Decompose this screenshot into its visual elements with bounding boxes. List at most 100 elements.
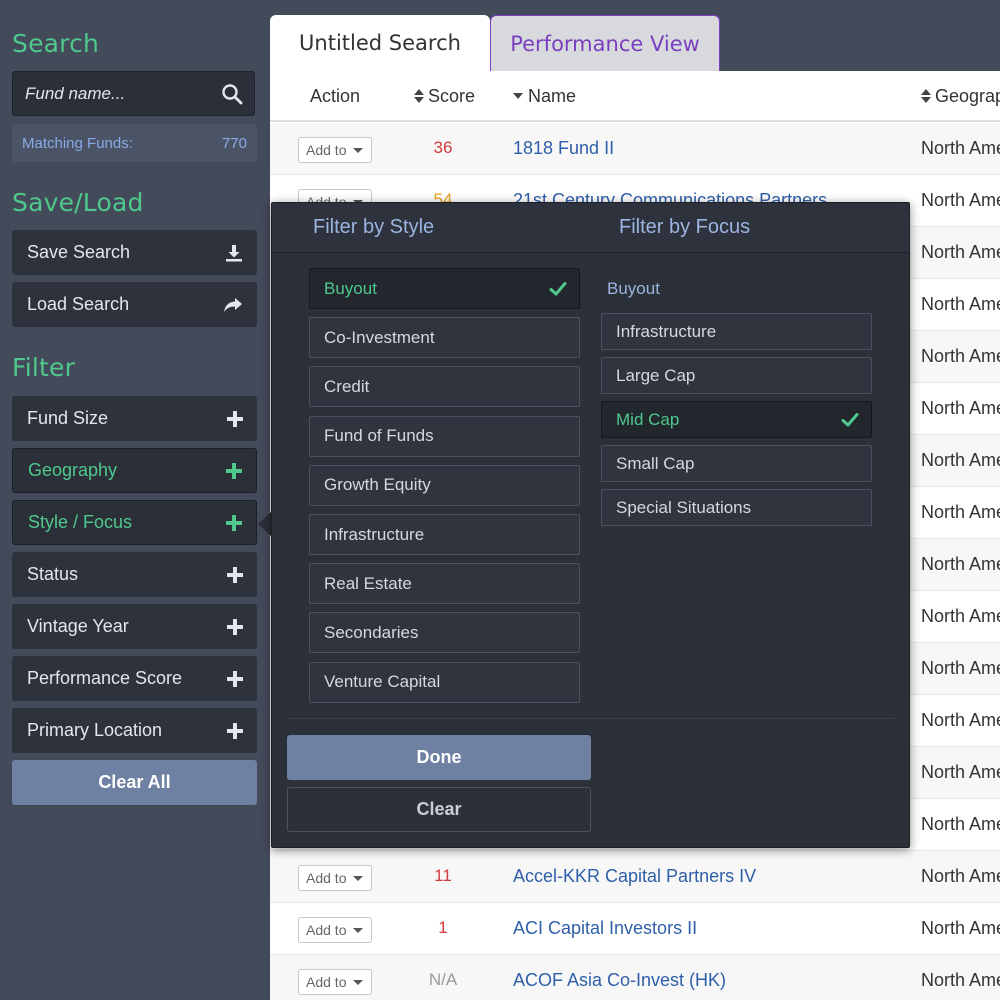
share-arrow-icon — [224, 297, 242, 312]
filter-style-focus[interactable]: Style / Focus — [12, 500, 257, 545]
style-option-label: Venture Capital — [324, 672, 441, 692]
geography-value: North Ame — [921, 970, 1000, 990]
filter-label: Vintage Year — [27, 616, 129, 636]
add-to-label: Add to — [306, 142, 347, 158]
caret-down-icon — [353, 876, 363, 881]
filter-primary-location[interactable]: Primary Location — [12, 708, 257, 753]
style-option[interactable]: Real Estate — [309, 563, 580, 605]
caret-down-icon — [353, 980, 363, 985]
filter-by-style-title: Filter by Style — [313, 216, 435, 238]
filter-fund-size[interactable]: Fund Size — [12, 396, 257, 441]
search-box[interactable] — [12, 71, 255, 116]
clear-all-button[interactable]: Clear All — [12, 760, 257, 805]
add-to-dropdown[interactable]: Add to — [298, 137, 372, 163]
filter-label: Style / Focus — [28, 512, 133, 532]
style-option-label: Real Estate — [324, 573, 412, 593]
focus-option[interactable]: Infrastructure — [601, 313, 872, 350]
plus-icon — [227, 670, 243, 687]
add-to-dropdown[interactable]: Add to — [298, 865, 372, 891]
geography-value: North Ame — [921, 138, 1000, 158]
header-geography[interactable]: Geograp — [921, 86, 1000, 107]
load-search-button[interactable]: Load Search — [12, 282, 257, 327]
table-row[interactable]: Add to 11 Accel-KKR Capital Partners IV Nor… — [270, 851, 1000, 903]
focus-option[interactable]: Large Cap — [601, 357, 872, 394]
tab-performance-view[interactable]: Performance View — [490, 15, 720, 71]
saveload-section-title: Save/Load — [12, 188, 144, 217]
save-search-label: Save Search — [27, 242, 131, 262]
fund-name-link[interactable]: ACI Capital Investors II — [513, 918, 697, 939]
fund-name-link[interactable]: ACOF Asia Co-Invest (HK) — [513, 970, 726, 991]
style-focus-popup: Filter by Style Filter by Focus Buyout Co… — [271, 202, 910, 848]
caret-down-icon — [353, 148, 363, 153]
filter-vintage-year[interactable]: Vintage Year — [12, 604, 257, 649]
search-section-title: Search — [12, 29, 100, 58]
filter-geography[interactable]: Geography — [12, 448, 257, 493]
geography-value: North Ame — [921, 450, 1000, 470]
done-button[interactable]: Done — [287, 735, 591, 780]
plus-icon — [227, 566, 243, 583]
focus-option-label: Small Cap — [616, 453, 695, 473]
score-value: 11 — [434, 866, 452, 885]
focus-option[interactable]: Special Situations — [601, 489, 872, 526]
style-option-label: Fund of Funds — [324, 426, 434, 446]
fund-name-link[interactable]: 1818 Fund II — [513, 138, 614, 159]
add-to-label: Add to — [306, 974, 347, 990]
download-icon — [226, 244, 242, 261]
filter-label: Performance Score — [27, 668, 183, 688]
focus-option[interactable]: Mid Cap — [601, 401, 872, 438]
style-option[interactable]: Secondaries — [309, 612, 580, 654]
filter-status[interactable]: Status — [12, 552, 257, 597]
fund-name-link[interactable]: Accel-KKR Capital Partners IV — [513, 866, 756, 887]
style-option[interactable]: Buyout — [309, 268, 580, 309]
focus-option-label: Infrastructure — [616, 321, 717, 341]
geography-value: North Ame — [921, 554, 1000, 574]
plus-icon — [227, 722, 243, 739]
style-option-label: Growth Equity — [324, 475, 431, 495]
score-value: 36 — [433, 138, 453, 157]
style-option[interactable]: Growth Equity — [309, 464, 580, 506]
caret-down-icon — [513, 92, 523, 100]
focus-option-label: Large Cap — [616, 365, 696, 385]
filter-performance-score[interactable]: Performance Score — [12, 656, 257, 701]
style-option-label: Co-Investment — [324, 327, 435, 347]
style-option[interactable]: Infrastructure — [309, 514, 580, 555]
score-value: N/A — [428, 970, 458, 989]
geography-value: North Ame — [921, 710, 1000, 730]
add-to-label: Add to — [306, 922, 347, 938]
table-row[interactable]: Add to 36 1818 Fund II North Ame — [270, 123, 1000, 175]
geography-value: North Ame — [921, 918, 1000, 938]
geography-value: North Ame — [921, 502, 1000, 522]
add-to-dropdown[interactable]: Add to — [298, 969, 372, 995]
caret-down-icon — [353, 928, 363, 933]
checkmark-icon — [841, 413, 859, 427]
matching-funds: Matching Funds: 770 — [12, 124, 257, 162]
sort-icon — [414, 89, 424, 103]
geography-value: North Ame — [921, 346, 1000, 366]
add-to-label: Add to — [306, 870, 347, 886]
save-search-button[interactable]: Save Search — [12, 230, 257, 275]
style-option[interactable]: Co-Investment — [309, 317, 580, 359]
sort-icon — [921, 89, 931, 103]
tab-untitled-search[interactable]: Untitled Search — [270, 15, 490, 71]
search-icon[interactable] — [220, 82, 244, 106]
load-search-label: Load Search — [27, 294, 130, 314]
style-option[interactable]: Fund of Funds — [309, 415, 580, 457]
sidebar: Search Matching Funds: 770 Save/Load Sav… — [0, 0, 270, 1000]
style-option[interactable]: Credit — [309, 366, 580, 408]
header-score[interactable]: Score — [414, 86, 475, 107]
focus-option-label: Special Situations — [616, 497, 752, 517]
plus-icon — [227, 410, 243, 427]
header-name[interactable]: Name — [513, 86, 576, 107]
table-header: Action Score Name Geograp — [270, 71, 1000, 122]
geography-value: North Ame — [921, 814, 1000, 834]
filter-label: Primary Location — [27, 720, 163, 740]
table-row[interactable]: Add to N/A ACOF Asia Co-Invest (HK) North A… — [270, 955, 1000, 1000]
filter-label: Fund Size — [27, 408, 109, 428]
style-option[interactable]: Venture Capital — [309, 661, 580, 703]
table-row[interactable]: Add to 1 ACI Capital Investors II North Ame — [270, 903, 1000, 955]
focus-option[interactable]: Small Cap — [601, 445, 872, 482]
clear-button[interactable]: Clear — [287, 787, 591, 832]
add-to-dropdown[interactable]: Add to — [298, 917, 372, 943]
geography-value: North Ame — [921, 658, 1000, 678]
fund-search-input[interactable] — [13, 72, 213, 115]
